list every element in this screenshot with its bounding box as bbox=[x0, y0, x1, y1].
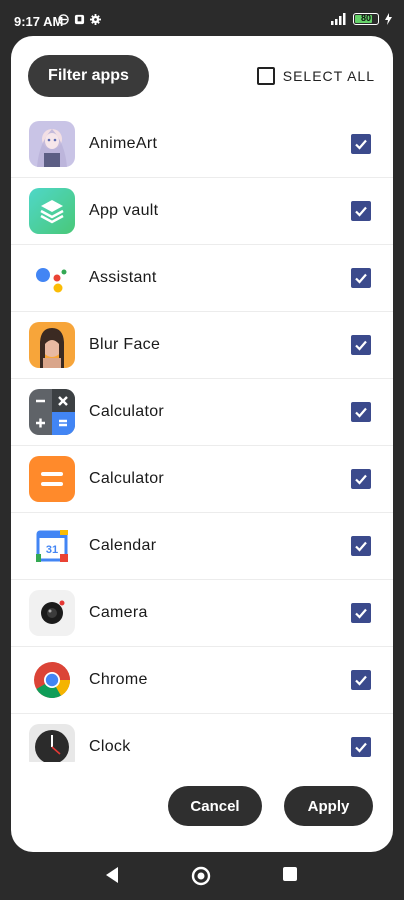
list-item[interactable]: Blur Face bbox=[11, 312, 393, 379]
blur-face-icon bbox=[29, 322, 75, 368]
list-item[interactable]: Assistant bbox=[11, 245, 393, 312]
assistant-icon bbox=[29, 255, 75, 301]
app-checkbox[interactable] bbox=[351, 737, 371, 757]
app-checkbox[interactable] bbox=[351, 603, 371, 623]
chrome-icon bbox=[29, 657, 75, 703]
apply-button[interactable]: Apply bbox=[284, 786, 373, 826]
checkmark-icon bbox=[355, 340, 367, 351]
checkmark-icon bbox=[355, 474, 367, 485]
list-item[interactable]: AnimeArt bbox=[11, 111, 393, 178]
app-checkbox[interactable] bbox=[351, 536, 371, 556]
checkmark-icon bbox=[355, 541, 367, 552]
app-name: Calculator bbox=[89, 470, 165, 487]
app-name: AnimeArt bbox=[89, 135, 158, 152]
camera-icon bbox=[29, 590, 75, 636]
checkmark-icon bbox=[355, 675, 367, 686]
svg-text:31: 31 bbox=[46, 544, 58, 556]
list-item[interactable]: Calculator bbox=[11, 379, 393, 446]
status-bar: 9:17 AM 80 bbox=[0, 0, 404, 38]
calendar-icon: 31 bbox=[29, 523, 75, 569]
filter-apps-button[interactable]: Filter apps bbox=[28, 55, 149, 97]
checkmark-icon bbox=[355, 206, 367, 217]
app-name: Chrome bbox=[89, 671, 148, 688]
app-name: Blur Face bbox=[89, 336, 161, 353]
settings-gear-icon bbox=[90, 14, 101, 25]
navigation-bar bbox=[0, 852, 404, 900]
select-all-checkbox[interactable] bbox=[256, 67, 275, 85]
back-icon[interactable] bbox=[104, 866, 120, 884]
checkmark-icon bbox=[355, 139, 367, 150]
list-item[interactable]: Calculator bbox=[11, 446, 393, 513]
app-name: Calculator bbox=[89, 403, 165, 420]
app-list[interactable]: AnimeArt App vault Assistant Blur Face C… bbox=[11, 111, 393, 762]
vpn-icon bbox=[58, 14, 69, 25]
calculator-orange-icon bbox=[29, 456, 75, 502]
status-system-icons: 80 bbox=[331, 13, 392, 25]
checkmark-icon bbox=[355, 742, 367, 753]
app-name: Camera bbox=[89, 604, 148, 621]
app-name: Clock bbox=[89, 738, 131, 755]
animeart-icon bbox=[29, 121, 75, 167]
battery-icon: 80 bbox=[353, 13, 379, 25]
list-item[interactable]: Camera bbox=[11, 580, 393, 647]
checkmark-icon bbox=[355, 273, 367, 284]
cancel-button[interactable]: Cancel bbox=[168, 786, 262, 826]
app-checkbox[interactable] bbox=[351, 201, 371, 221]
status-time: 9:17 AM bbox=[14, 14, 64, 29]
app-checkbox[interactable] bbox=[351, 402, 371, 422]
app-notification-icon bbox=[74, 14, 85, 25]
app-checkbox[interactable] bbox=[351, 670, 371, 690]
app-vault-icon bbox=[29, 188, 75, 234]
app-name: Calendar bbox=[89, 537, 157, 554]
list-item[interactable]: App vault bbox=[11, 178, 393, 245]
list-item[interactable]: Chrome bbox=[11, 647, 393, 714]
signal-icon bbox=[331, 13, 346, 25]
status-notification-icons bbox=[58, 14, 101, 25]
calculator-dark-icon bbox=[29, 389, 75, 435]
checkmark-icon bbox=[355, 407, 367, 418]
home-icon[interactable] bbox=[191, 866, 211, 886]
app-name: App vault bbox=[89, 202, 159, 219]
list-item[interactable]: 31 Calendar bbox=[11, 513, 393, 580]
charging-icon bbox=[385, 13, 392, 25]
filter-apps-dialog: Filter apps SELECT ALL AnimeArt App vaul… bbox=[11, 36, 393, 852]
battery-level: 80 bbox=[360, 13, 371, 23]
app-name: Assistant bbox=[89, 269, 157, 286]
clock-icon bbox=[29, 724, 75, 762]
list-item[interactable]: Clock bbox=[11, 714, 393, 762]
app-checkbox[interactable] bbox=[351, 268, 371, 288]
app-checkbox[interactable] bbox=[351, 134, 371, 154]
checkmark-icon bbox=[355, 608, 367, 619]
select-all-label: SELECT ALL bbox=[282, 68, 375, 84]
app-checkbox[interactable] bbox=[351, 335, 371, 355]
select-all-toggle[interactable]: SELECT ALL bbox=[256, 67, 375, 85]
app-checkbox[interactable] bbox=[351, 469, 371, 489]
recents-icon[interactable] bbox=[282, 866, 298, 882]
